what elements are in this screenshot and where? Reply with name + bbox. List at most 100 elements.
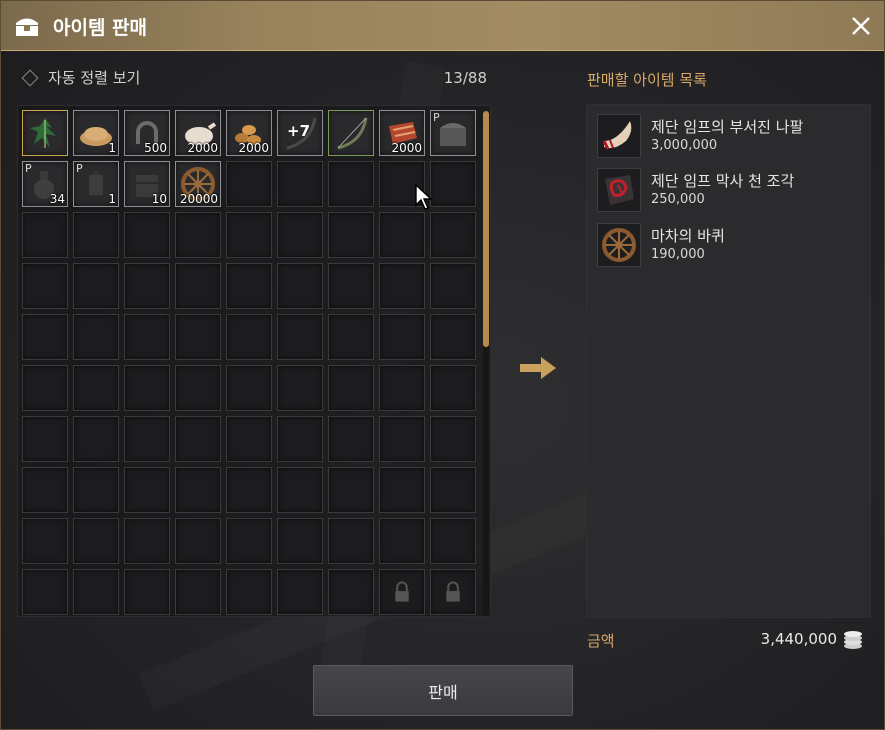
empty-slot[interactable] — [73, 263, 119, 309]
empty-slot[interactable] — [124, 518, 170, 564]
empty-slot[interactable] — [277, 569, 323, 615]
empty-slot[interactable] — [328, 569, 374, 615]
empty-slot[interactable] — [22, 314, 68, 360]
inventory-slot[interactable]: +7 — [277, 110, 323, 156]
empty-slot[interactable] — [430, 467, 476, 513]
inventory-slot[interactable] — [22, 110, 68, 156]
empty-slot[interactable] — [328, 314, 374, 360]
empty-slot[interactable] — [226, 263, 272, 309]
inventory-slot[interactable]: 2000 — [226, 110, 272, 156]
empty-slot[interactable] — [430, 365, 476, 411]
empty-slot[interactable] — [277, 212, 323, 258]
empty-slot[interactable] — [430, 161, 476, 207]
empty-slot[interactable] — [22, 416, 68, 462]
empty-slot[interactable] — [73, 365, 119, 411]
empty-slot[interactable] — [328, 365, 374, 411]
empty-slot[interactable] — [328, 263, 374, 309]
empty-slot[interactable] — [226, 467, 272, 513]
empty-slot[interactable] — [277, 467, 323, 513]
empty-slot[interactable] — [277, 518, 323, 564]
empty-slot[interactable] — [277, 314, 323, 360]
empty-slot[interactable] — [328, 467, 374, 513]
empty-slot[interactable] — [124, 416, 170, 462]
inventory-slot[interactable]: P 34 — [22, 161, 68, 207]
item-quantity: 2000 — [187, 141, 218, 155]
scroll-thumb[interactable] — [483, 111, 489, 347]
empty-slot[interactable] — [328, 212, 374, 258]
empty-slot[interactable] — [226, 416, 272, 462]
empty-slot[interactable] — [124, 365, 170, 411]
empty-slot[interactable] — [379, 263, 425, 309]
inventory-scrollbar[interactable] — [483, 111, 489, 616]
empty-slot[interactable] — [175, 314, 221, 360]
sell-list-item[interactable]: 제단 임프의 부서진 나팔 3,000,000 — [597, 114, 867, 162]
empty-slot[interactable] — [22, 518, 68, 564]
empty-slot[interactable] — [22, 263, 68, 309]
empty-slot[interactable] — [175, 416, 221, 462]
sell-list-item[interactable]: 제단 임프 막사 천 조각 250,000 — [597, 168, 867, 216]
empty-slot[interactable] — [175, 212, 221, 258]
empty-slot[interactable] — [379, 212, 425, 258]
empty-slot[interactable] — [277, 365, 323, 411]
empty-slot[interactable] — [430, 518, 476, 564]
empty-slot[interactable] — [226, 161, 272, 207]
empty-slot[interactable] — [73, 467, 119, 513]
item-quantity: 1 — [108, 141, 116, 155]
empty-slot[interactable] — [73, 416, 119, 462]
empty-slot[interactable] — [73, 212, 119, 258]
empty-slot[interactable] — [124, 467, 170, 513]
empty-slot[interactable] — [73, 518, 119, 564]
empty-slot[interactable] — [379, 314, 425, 360]
empty-slot[interactable] — [124, 314, 170, 360]
empty-slot[interactable] — [379, 467, 425, 513]
empty-slot[interactable] — [379, 416, 425, 462]
empty-slot[interactable] — [328, 518, 374, 564]
inventory-slot[interactable]: 2000 — [379, 110, 425, 156]
inventory-slot[interactable]: 1 — [73, 110, 119, 156]
empty-slot[interactable] — [124, 569, 170, 615]
empty-slot[interactable] — [226, 569, 272, 615]
diamond-checkbox-icon[interactable] — [21, 69, 39, 86]
empty-slot[interactable] — [226, 212, 272, 258]
empty-slot[interactable] — [430, 314, 476, 360]
inventory-slot[interactable]: 2000 — [175, 110, 221, 156]
auto-sort-toggle[interactable]: 자동 정렬 보기 — [21, 67, 140, 88]
inventory-slot[interactable]: 10 — [124, 161, 170, 207]
empty-slot[interactable] — [124, 212, 170, 258]
empty-slot[interactable] — [175, 365, 221, 411]
empty-slot[interactable] — [379, 518, 425, 564]
empty-slot[interactable] — [226, 518, 272, 564]
sell-item-name: 마차의 바퀴 — [651, 227, 725, 245]
inventory-slot[interactable]: 20000 — [175, 161, 221, 207]
inventory-slot[interactable] — [328, 110, 374, 156]
empty-slot[interactable] — [277, 161, 323, 207]
inventory-slot[interactable]: P1 — [73, 161, 119, 207]
sell-list-item[interactable]: 마차의 바퀴 190,000 — [597, 223, 867, 271]
sell-item-price: 250,000 — [651, 192, 705, 207]
empty-slot[interactable] — [22, 569, 68, 615]
empty-slot[interactable] — [430, 263, 476, 309]
empty-slot[interactable] — [22, 212, 68, 258]
empty-slot[interactable] — [175, 467, 221, 513]
empty-slot[interactable] — [73, 314, 119, 360]
empty-slot[interactable] — [175, 518, 221, 564]
empty-slot[interactable] — [22, 467, 68, 513]
sell-button[interactable]: 판매 — [313, 665, 573, 716]
close-icon[interactable] — [847, 12, 875, 40]
empty-slot[interactable] — [277, 416, 323, 462]
empty-slot[interactable] — [22, 365, 68, 411]
empty-slot[interactable] — [226, 365, 272, 411]
empty-slot[interactable] — [328, 161, 374, 207]
empty-slot[interactable] — [124, 263, 170, 309]
inventory-slot[interactable]: 500 — [124, 110, 170, 156]
empty-slot[interactable] — [430, 416, 476, 462]
empty-slot[interactable] — [277, 263, 323, 309]
empty-slot[interactable] — [328, 416, 374, 462]
empty-slot[interactable] — [430, 212, 476, 258]
empty-slot[interactable] — [226, 314, 272, 360]
inventory-slot[interactable]: P — [430, 110, 476, 156]
empty-slot[interactable] — [73, 569, 119, 615]
empty-slot[interactable] — [175, 569, 221, 615]
empty-slot[interactable] — [175, 263, 221, 309]
empty-slot[interactable] — [379, 365, 425, 411]
